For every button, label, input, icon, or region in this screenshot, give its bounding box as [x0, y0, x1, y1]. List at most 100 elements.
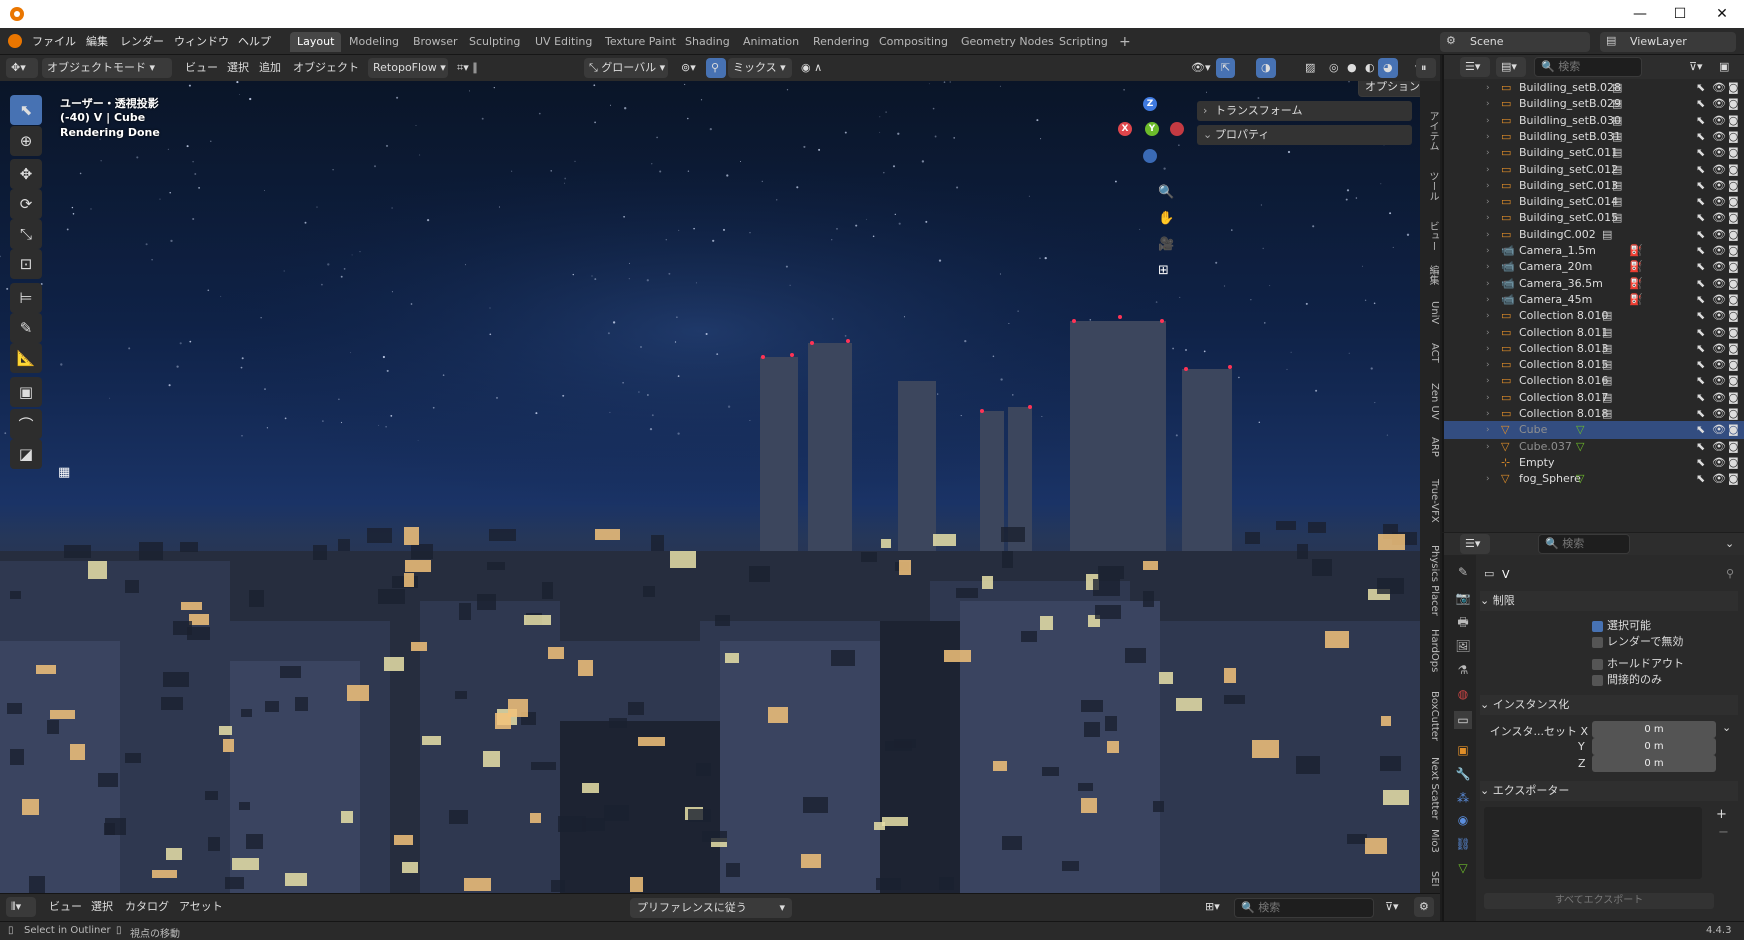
remove-exporter-icon[interactable]: −: [1718, 825, 1729, 840]
render-camera-icon[interactable]: ◙: [1728, 161, 1739, 179]
tab-edit[interactable]: 編集: [1420, 265, 1440, 285]
import-method-dropdown[interactable]: プリファレンスに従う ▾: [630, 898, 792, 918]
physics-tab-icon[interactable]: ◉: [1454, 811, 1472, 829]
expand-arrow-icon[interactable]: ›: [1486, 291, 1490, 309]
render-camera-icon[interactable]: ◙: [1728, 226, 1739, 244]
close-button[interactable]: ✕: [1702, 4, 1742, 24]
expand-arrow-icon[interactable]: ›: [1486, 438, 1490, 456]
outliner-row[interactable]: › ▽ fog_Sphere ▽ ⬉ 👁 ◙: [1444, 470, 1744, 488]
visibility-eye-icon[interactable]: 👁: [1712, 405, 1726, 423]
shading-wireframe-icon[interactable]: ◎: [1324, 58, 1344, 78]
disable-render-checkbox[interactable]: レンダーで無効: [1592, 633, 1683, 649]
outliner-row[interactable]: ⊹ Empty ⬉ 👁 ◙: [1444, 454, 1744, 472]
ortho-grid-icon[interactable]: ⊞: [1158, 263, 1169, 278]
restrictions-section-header[interactable]: ⌄ 制限: [1480, 591, 1738, 611]
outliner-row[interactable]: › 📹 Camera_45m ⛽ ⬉ 👁 ◙: [1444, 291, 1744, 309]
menu-view[interactable]: ビュー: [180, 58, 223, 78]
selectable-arrow-icon[interactable]: ⬉: [1696, 209, 1705, 227]
selectable-arrow-icon[interactable]: ⬉: [1696, 454, 1705, 472]
render-camera-icon[interactable]: ◙: [1728, 438, 1739, 456]
shading-rendered-icon[interactable]: ◕: [1378, 58, 1398, 78]
selectable-arrow-icon[interactable]: ⬉: [1696, 324, 1705, 342]
selectable-arrow-icon[interactable]: ⬉: [1696, 291, 1705, 309]
outliner-row[interactable]: › ▭ Buildling_setB.030 ▤ ⬉ 👁 ◙: [1444, 112, 1744, 130]
expand-arrow-icon[interactable]: ›: [1486, 95, 1490, 113]
expand-arrow-icon[interactable]: ›: [1486, 405, 1490, 423]
rotate-tool-icon[interactable]: ⟳: [10, 189, 42, 219]
add-cube-tool-icon[interactable]: ▣: [10, 377, 42, 407]
visibility-eye-icon[interactable]: 👁: [1712, 324, 1726, 342]
expand-arrow-icon[interactable]: ›: [1486, 307, 1490, 325]
zoom-icon[interactable]: 🔍: [1158, 185, 1174, 200]
selectable-arrow-icon[interactable]: ⬉: [1696, 438, 1705, 456]
selectable-checkbox[interactable]: 選択可能: [1592, 617, 1651, 633]
outliner-row[interactable]: › ▭ BuildingC.002 ▤ ⬉ 👁 ◙: [1444, 226, 1744, 244]
render-camera-icon[interactable]: ◙: [1728, 193, 1739, 211]
measure-tool-icon[interactable]: 📐: [10, 343, 42, 373]
menu-object[interactable]: オブジェクト: [288, 58, 364, 78]
scene-selector[interactable]: ⚙ Scene: [1440, 32, 1590, 52]
menu-render[interactable]: レンダー: [114, 32, 170, 51]
render-camera-icon[interactable]: ◙: [1728, 470, 1739, 488]
expand-arrow-icon[interactable]: ›: [1486, 242, 1490, 260]
render-camera-icon[interactable]: ◙: [1728, 421, 1739, 439]
outliner-row[interactable]: › 📹 Camera_20m ⛽ ⬉ 👁 ◙: [1444, 258, 1744, 276]
expand-arrow-icon[interactable]: ›: [1486, 79, 1490, 97]
visibility-eye-icon[interactable]: 👁: [1712, 193, 1726, 211]
selectable-arrow-icon[interactable]: ⬉: [1696, 95, 1705, 113]
visibility-eye-icon[interactable]: 👁: [1712, 144, 1726, 162]
render-camera-icon[interactable]: ◙: [1728, 275, 1739, 293]
expand-arrow-icon[interactable]: ›: [1486, 193, 1490, 211]
export-all-button[interactable]: すべてエクスポート: [1484, 893, 1714, 909]
tab-texture-paint[interactable]: Texture Paint: [598, 32, 683, 52]
gizmo-neg-x[interactable]: [1170, 122, 1184, 136]
expand-arrow-icon[interactable]: ›: [1486, 112, 1490, 130]
outliner-row[interactable]: › ▭ Buildling_setB.029 ▤ ⬉ 👁 ◙: [1444, 95, 1744, 113]
render-camera-icon[interactable]: ◙: [1728, 340, 1739, 358]
tab-zen-uv[interactable]: Zen UV: [1420, 383, 1440, 420]
camera-view-icon[interactable]: 🎥: [1158, 237, 1174, 252]
expand-arrow-icon[interactable]: ›: [1486, 372, 1490, 390]
expand-arrow-icon[interactable]: ›: [1486, 324, 1490, 342]
snap-mode-dropdown[interactable]: ミックス ▾: [728, 58, 792, 78]
instance-offset-x-field[interactable]: 0 m: [1592, 721, 1716, 738]
visibility-eye-icon[interactable]: 👁: [1712, 340, 1726, 358]
expand-arrow-icon[interactable]: ›: [1486, 389, 1490, 407]
collection-tab-icon[interactable]: ▭: [1454, 711, 1472, 729]
properties-panel-header[interactable]: ⌄ プロパティ: [1197, 125, 1412, 145]
pause-render-icon[interactable]: ⏸: [1416, 58, 1436, 78]
render-camera-icon[interactable]: ◙: [1728, 324, 1739, 342]
selectable-arrow-icon[interactable]: ⬉: [1696, 226, 1705, 244]
expand-arrow-icon[interactable]: ›: [1486, 275, 1490, 293]
instance-offset-y-field[interactable]: 0 m: [1592, 738, 1716, 755]
outliner-row[interactable]: › ▭ Collection 8.016 ▤ ⬉ 👁 ◙: [1444, 372, 1744, 390]
selectable-arrow-icon[interactable]: ⬉: [1696, 356, 1705, 374]
visibility-eye-icon[interactable]: 👁: [1712, 177, 1726, 195]
menu-window[interactable]: ウィンドウ: [168, 32, 235, 51]
shading-material-icon[interactable]: ◐: [1360, 58, 1380, 78]
editor-type-icon[interactable]: ⫴▾: [6, 897, 36, 917]
tab-modeling[interactable]: Modeling: [342, 32, 406, 52]
render-camera-icon[interactable]: ◙: [1728, 95, 1739, 113]
select-tool-icon[interactable]: ⬉: [10, 95, 42, 125]
tab-geometry-nodes[interactable]: Geometry Nodes: [954, 32, 1061, 52]
curve-tool-icon[interactable]: ⌒: [10, 409, 42, 439]
tab-view[interactable]: ビュー: [1420, 221, 1440, 251]
outliner-row[interactable]: › ▭ Buildling_setB.028 ▤ ⬉ 👁 ◙: [1444, 79, 1744, 97]
filter-icon[interactable]: ⊽▾: [1380, 897, 1404, 917]
tool-tab-icon[interactable]: ✎: [1454, 563, 1472, 581]
render-region-icon[interactable]: ▦: [58, 465, 70, 480]
tab-item[interactable]: アイテム: [1420, 111, 1440, 151]
visibility-eye-icon[interactable]: 👁: [1712, 470, 1726, 488]
menu-select[interactable]: 選択: [222, 58, 254, 78]
properties-options-icon[interactable]: ⌄: [1720, 534, 1739, 554]
menu-add[interactable]: 追加: [254, 58, 286, 78]
visibility-icon[interactable]: 👁▾: [1186, 58, 1216, 78]
tab-sei[interactable]: SEI: [1420, 871, 1440, 887]
expand-arrow-icon[interactable]: ›: [1486, 470, 1490, 488]
properties-editor-type-icon[interactable]: ☰▾: [1460, 534, 1490, 554]
gizmo-z-axis[interactable]: Z: [1143, 97, 1157, 111]
indirect-only-checkbox[interactable]: 間接的のみ: [1592, 671, 1662, 687]
render-tab-icon[interactable]: 📷: [1454, 589, 1472, 607]
display-mode-icon[interactable]: ⊞▾: [1200, 897, 1225, 917]
